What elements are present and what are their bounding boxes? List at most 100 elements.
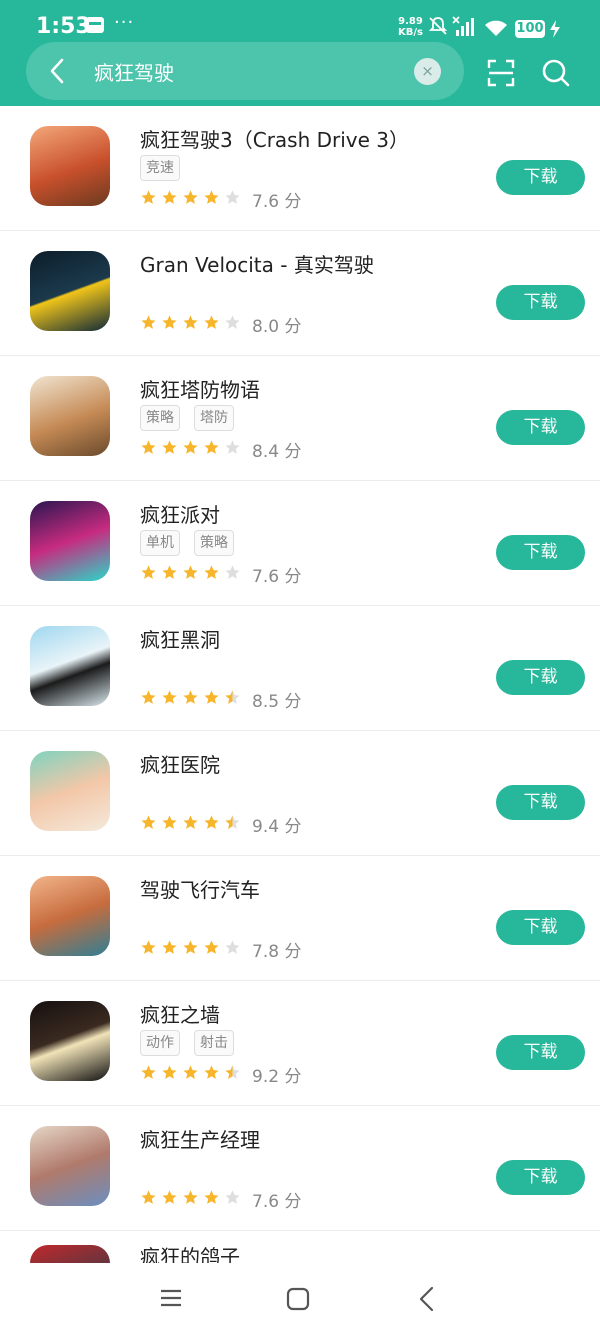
download-button[interactable]: 下载	[496, 535, 585, 570]
score-unit: 分	[284, 1192, 302, 1212]
star-icon	[162, 940, 177, 954]
score-value: 7.6	[252, 1192, 280, 1212]
app-icon[interactable]	[30, 251, 110, 331]
star-icon	[141, 940, 156, 954]
back-arrow-icon[interactable]	[44, 56, 72, 86]
app-score: 8.4 分	[252, 437, 301, 462]
download-button[interactable]: 下载	[496, 160, 585, 195]
app-icon[interactable]	[30, 501, 110, 581]
category-tag[interactable]: 单机	[140, 530, 180, 556]
recent-apps-menu-icon[interactable]	[159, 1288, 183, 1308]
app-list-item[interactable]: 疯狂塔防物语 策略 塔防 8.4 分 下载	[0, 356, 600, 481]
app-name[interactable]: 疯狂生产经理	[140, 1124, 260, 1153]
star-rating	[140, 939, 245, 956]
star-rating	[140, 564, 245, 581]
app-name[interactable]: 疯狂驾驶3（Crash Drive 3）	[140, 124, 409, 153]
app-list-item[interactable]: 疯狂黑洞 8.5 分 下载	[0, 606, 600, 731]
search-input[interactable]: 疯狂驾驶	[94, 57, 174, 86]
star-icon	[183, 190, 198, 204]
app-name[interactable]: Gran Velocita - 真实驾驶	[140, 249, 374, 278]
score-value: 7.6	[252, 567, 280, 587]
app-name[interactable]: 疯狂医院	[140, 749, 220, 778]
notification-app-icon	[86, 17, 104, 33]
app-name[interactable]: 疯狂之墙	[140, 999, 220, 1028]
app-icon[interactable]	[30, 126, 110, 206]
star-icon	[141, 440, 156, 454]
star-icon	[225, 190, 240, 204]
download-button[interactable]: 下载	[496, 910, 585, 945]
star-icon	[162, 815, 177, 829]
app-list-item[interactable]: 驾驶飞行汽车 7.8 分 下载	[0, 856, 600, 981]
app-icon[interactable]	[30, 1126, 110, 1206]
search-results-list[interactable]: 疯狂驾驶3（Crash Drive 3） 竞速 7.6 分 下载 Gran Ve…	[0, 106, 600, 1271]
star-icon	[204, 440, 219, 454]
app-icon[interactable]	[30, 876, 110, 956]
app-icon[interactable]	[30, 626, 110, 706]
app-list-item[interactable]: 疯狂生产经理 7.6 分 下载	[0, 1106, 600, 1231]
star-icon	[141, 315, 156, 329]
category-tag[interactable]: 射击	[194, 1030, 234, 1056]
app-icon[interactable]	[30, 751, 110, 831]
search-bar[interactable]: 疯狂驾驶 ×	[26, 42, 464, 100]
app-list-item[interactable]: 疯狂派对 单机 策略 7.6 分 下载	[0, 481, 600, 606]
app-score: 7.6 分	[252, 562, 301, 587]
star-icon	[204, 815, 219, 829]
scan-icon[interactable]	[486, 58, 516, 88]
app-score: 7.8 分	[252, 937, 301, 962]
status-bar: 1:53 ··· 9.89 KB/s 100	[0, 0, 600, 42]
star-icon	[225, 440, 240, 454]
category-tag[interactable]: 策略	[194, 530, 234, 556]
download-button[interactable]: 下载	[496, 285, 585, 320]
app-score: 9.2 分	[252, 1062, 301, 1087]
app-score: 8.5 分	[252, 687, 301, 712]
tag-list: 策略 塔防	[140, 405, 248, 431]
app-list-item[interactable]: 疯狂驾驶3（Crash Drive 3） 竞速 7.6 分 下载	[0, 106, 600, 231]
star-rating	[140, 1189, 245, 1206]
download-button[interactable]: 下载	[496, 660, 585, 695]
nav-back-icon[interactable]	[417, 1286, 437, 1312]
app-icon[interactable]	[30, 1001, 110, 1081]
score-value: 7.6	[252, 192, 280, 212]
app-score: 8.0 分	[252, 312, 301, 337]
app-name[interactable]: 驾驶飞行汽车	[140, 874, 260, 903]
category-tag[interactable]: 塔防	[194, 405, 234, 431]
network-speed-unit: KB/s	[398, 27, 423, 38]
app-icon[interactable]	[30, 376, 110, 456]
category-tag[interactable]: 策略	[140, 405, 180, 431]
more-notifications-icon: ···	[114, 12, 135, 33]
app-list-item[interactable]: 疯狂之墙 动作 射击 9.2 分 下载	[0, 981, 600, 1106]
app-list-item[interactable]: Gran Velocita - 真实驾驶 8.0 分 下载	[0, 231, 600, 356]
category-tag[interactable]: 竞速	[140, 155, 180, 181]
score-unit: 分	[284, 442, 302, 462]
category-tag[interactable]: 动作	[140, 1030, 180, 1056]
search-icon[interactable]	[541, 58, 571, 88]
star-icon	[225, 1065, 240, 1079]
download-button[interactable]: 下载	[496, 785, 585, 820]
star-icon	[225, 565, 240, 579]
app-name[interactable]: 疯狂黑洞	[140, 624, 220, 653]
app-list-item[interactable]: 疯狂医院 9.4 分 下载	[0, 731, 600, 856]
star-icon	[183, 1190, 198, 1204]
star-icon	[204, 690, 219, 704]
score-unit: 分	[284, 692, 302, 712]
star-icon	[204, 315, 219, 329]
star-icon	[162, 690, 177, 704]
star-rating	[140, 814, 245, 831]
star-icon	[141, 565, 156, 579]
score-unit: 分	[284, 317, 302, 337]
app-score: 7.6 分	[252, 1187, 301, 1212]
download-button[interactable]: 下载	[496, 1035, 585, 1070]
download-button[interactable]: 下载	[496, 1160, 585, 1195]
score-unit: 分	[284, 1067, 302, 1087]
score-value: 8.5	[252, 692, 280, 712]
download-button[interactable]: 下载	[496, 410, 585, 445]
star-icon	[204, 565, 219, 579]
clear-search-button[interactable]: ×	[414, 58, 441, 85]
star-icon	[225, 940, 240, 954]
star-icon	[141, 190, 156, 204]
home-icon[interactable]	[286, 1287, 310, 1311]
star-icon	[225, 815, 240, 829]
app-name[interactable]: 疯狂塔防物语	[140, 374, 260, 403]
app-name[interactable]: 疯狂派对	[140, 499, 220, 528]
network-speed-value: 9.89	[398, 16, 423, 27]
